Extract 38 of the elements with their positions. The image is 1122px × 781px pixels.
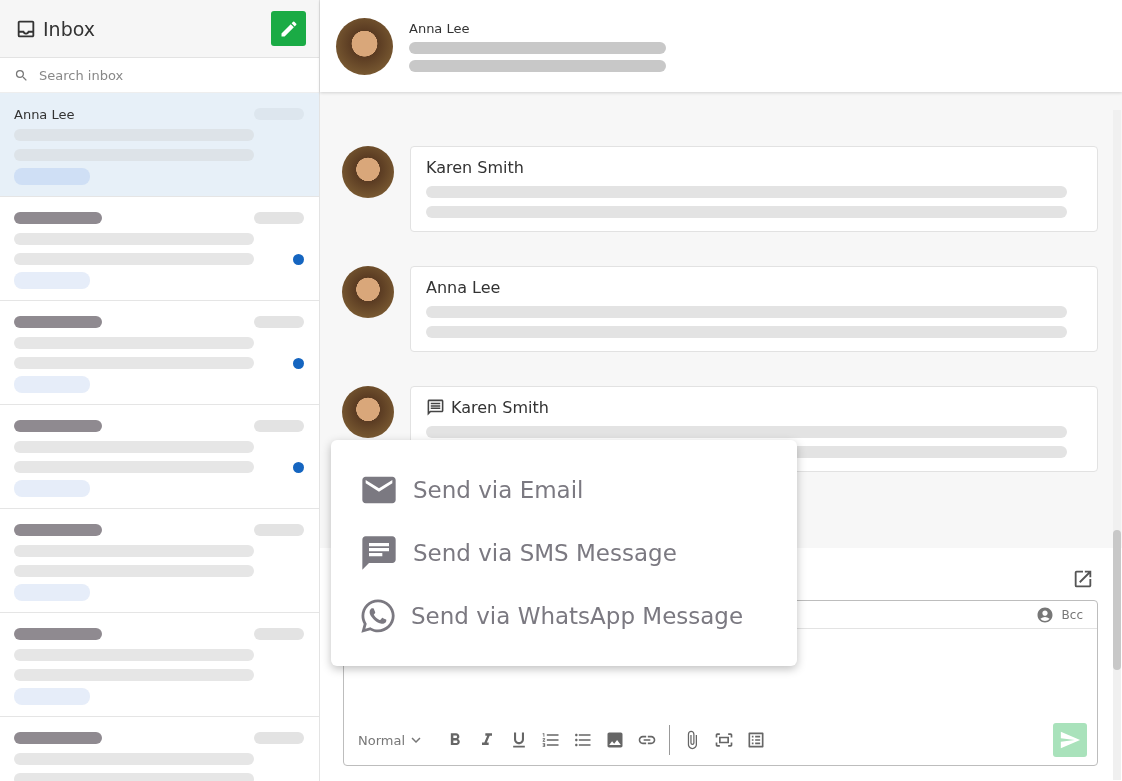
date-placeholder [254,420,304,432]
image-icon [605,730,626,750]
date-placeholder [254,316,304,328]
person-icon [1035,605,1054,624]
numbered-list-button[interactable] [541,730,562,750]
template-button[interactable] [746,730,767,750]
search-icon [14,67,29,83]
expand-button[interactable] [714,730,735,750]
open-in-new-icon[interactable] [1072,568,1094,590]
bcc-link[interactable]: Bcc [1061,607,1083,622]
avatar [342,266,394,318]
contact-name: Anna Lee [409,20,471,36]
compose-button[interactable] [271,11,306,46]
avatar [342,386,394,438]
expand-icon [714,730,735,750]
template-icon [746,730,767,750]
phone-bubble-icon [359,597,397,635]
avatar [336,17,393,75]
inbox-title: Inbox [43,17,95,40]
contact-name: Anna Lee [14,106,76,122]
date-placeholder [254,628,304,640]
date-placeholder [254,212,304,224]
scrollbar[interactable] [1113,110,1121,780]
image-button[interactable] [605,730,626,750]
sender-name: Karen Smith [426,157,524,177]
menu-item[interactable]: Send via Email [359,469,797,511]
numbered-list-icon [541,730,562,750]
sender-name: Anna Lee [426,277,501,297]
date-placeholder [254,524,304,536]
search-field[interactable]: Search inbox [37,66,305,84]
send-icon [1059,729,1081,751]
sender-name: Karen Smith [451,397,549,417]
conversation-item[interactable]: Anna Lee [0,93,319,197]
date-placeholder [254,732,304,744]
menu-item[interactable]: Send via SMS Message [359,532,797,574]
format-dropdown[interactable]: Normal [358,731,426,749]
avatar [342,146,394,198]
message-icon [426,397,445,417]
